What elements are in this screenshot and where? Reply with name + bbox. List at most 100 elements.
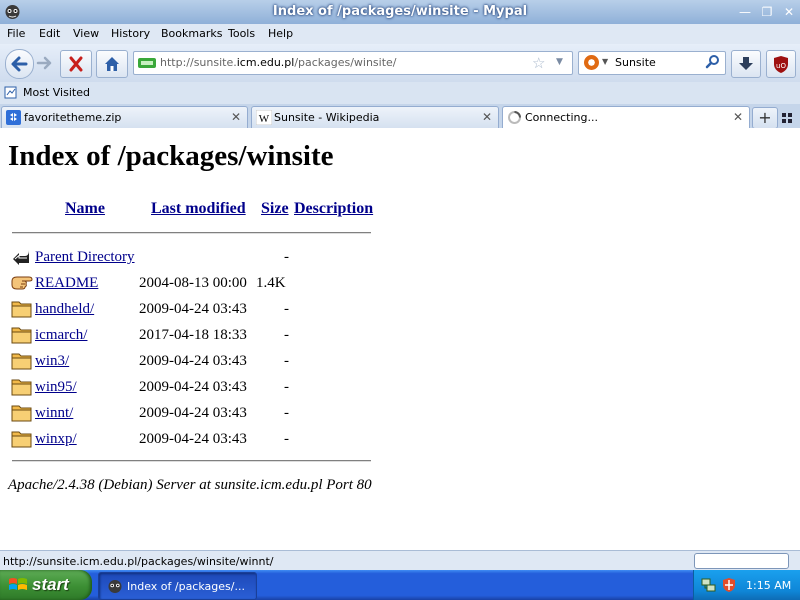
back-button[interactable] xyxy=(5,49,34,79)
windows-taskbar: start Index of /packages/... 1:15 AM xyxy=(0,570,800,600)
folder-icon xyxy=(11,379,32,396)
home-icon xyxy=(105,57,119,71)
search-engine-icon[interactable] xyxy=(584,55,599,70)
table-row: win95/ 2009-04-24 03:43 - xyxy=(0,374,800,400)
search-engine-label: Sunsite xyxy=(615,56,656,69)
list-all-tabs-icon[interactable] xyxy=(781,112,793,124)
tab-sunsite-wikipedia[interactable]: W Sunsite - Wikipedia ✕ xyxy=(251,106,499,128)
search-engine-dropdown-icon[interactable]: ▼ xyxy=(602,57,608,66)
file-link[interactable]: win95/ xyxy=(35,379,77,396)
downloads-button[interactable] xyxy=(731,50,761,78)
file-date: 2009-04-24 03:43 xyxy=(139,353,247,369)
folder-icon xyxy=(11,327,32,344)
sort-by-description-link[interactable]: Description xyxy=(294,200,373,218)
bookmark-star-icon[interactable]: ☆ xyxy=(532,54,545,72)
file-date: 2009-04-24 03:43 xyxy=(139,379,247,395)
file-link[interactable]: winnt/ xyxy=(35,405,73,422)
stop-x-icon xyxy=(69,56,83,72)
status-bar: http://sunsite.icm.edu.pl/packages/winsi… xyxy=(0,550,800,571)
navigation-toolbar: http://sunsite.icm.edu.pl/packages/winsi… xyxy=(0,44,800,82)
dropbox-icon xyxy=(6,110,21,125)
tab-favoritetheme[interactable]: favoritetheme.zip ✕ xyxy=(1,106,248,128)
file-link[interactable]: winxp/ xyxy=(35,431,77,448)
file-link[interactable]: README xyxy=(35,275,98,292)
sort-by-last-modified-link[interactable]: Last modified xyxy=(151,200,246,218)
ublock-shield-icon: uO xyxy=(774,56,788,73)
system-tray: 1:15 AM xyxy=(693,570,800,600)
bookmarks-toolbar: Most Visited xyxy=(0,82,800,105)
divider xyxy=(12,460,371,462)
file-link[interactable]: icmarch/ xyxy=(35,327,87,344)
maximize-button[interactable]: ❐ xyxy=(758,4,776,20)
menu-bookmarks[interactable]: Bookmarks xyxy=(161,27,222,40)
windows-logo-icon xyxy=(9,578,27,590)
file-date: 2009-04-24 03:43 xyxy=(139,405,247,421)
site-identity-icon xyxy=(138,58,156,68)
table-row: Parent Directory - xyxy=(0,244,800,270)
tab-label: Connecting... xyxy=(525,111,598,124)
table-row: README 2004-08-13 00:00 1.4K xyxy=(0,270,800,296)
search-bar[interactable]: ▼ Sunsite xyxy=(578,51,726,75)
svg-text:W: W xyxy=(259,113,270,125)
status-text: http://sunsite.icm.edu.pl/packages/winsi… xyxy=(3,555,274,568)
search-icon[interactable] xyxy=(705,54,721,70)
mypal-app-icon xyxy=(108,580,122,593)
file-size: - xyxy=(284,405,289,421)
window-titlebar[interactable]: Index of /packages/winsite - Mypal — ❐ ✕ xyxy=(0,0,800,25)
address-bar[interactable]: http://sunsite.icm.edu.pl/packages/winsi… xyxy=(133,51,573,75)
menu-history[interactable]: History xyxy=(111,27,150,40)
sort-by-name-link[interactable]: Name xyxy=(65,200,105,218)
file-date: 2009-04-24 03:43 xyxy=(139,301,247,317)
back-arrow-icon xyxy=(11,56,28,72)
file-date: 2009-04-24 03:43 xyxy=(139,431,247,447)
parent-directory-icon xyxy=(13,250,29,265)
readme-hand-icon xyxy=(11,276,33,290)
file-size: 1.4K xyxy=(256,275,286,291)
stop-button[interactable] xyxy=(60,50,92,78)
forward-button[interactable] xyxy=(34,50,56,76)
download-arrow-icon xyxy=(739,57,753,70)
file-size: - xyxy=(284,249,289,265)
start-button[interactable]: start xyxy=(0,570,92,600)
sort-by-size-link[interactable]: Size xyxy=(261,200,289,218)
server-signature: Apache/2.4.38 (Debian) Server at sunsite… xyxy=(8,477,372,493)
minimize-button[interactable]: — xyxy=(736,4,754,20)
folder-icon xyxy=(11,405,32,422)
file-date: 2004-08-13 00:00 xyxy=(139,275,247,291)
tab-connecting[interactable]: Connecting... ✕ xyxy=(502,106,750,129)
ublock-button[interactable]: uO xyxy=(766,50,796,78)
menu-tools[interactable]: Tools xyxy=(228,27,255,40)
close-tab-icon[interactable]: ✕ xyxy=(733,110,743,124)
taskbar-window-button[interactable]: Index of /packages/... xyxy=(98,572,257,600)
close-tab-icon[interactable]: ✕ xyxy=(482,110,492,124)
page-content: Index of /packages/winsite Name Last mod… xyxy=(0,128,800,550)
new-tab-button[interactable]: + xyxy=(752,107,778,129)
close-window-button[interactable]: ✕ xyxy=(780,4,798,20)
network-icon[interactable] xyxy=(701,577,717,593)
menu-edit[interactable]: Edit xyxy=(39,27,60,40)
most-visited-bookmark[interactable]: Most Visited xyxy=(23,86,90,99)
table-row: winxp/ 2009-04-24 03:43 - xyxy=(0,426,800,452)
menu-help[interactable]: Help xyxy=(268,27,293,40)
folder-icon xyxy=(11,353,32,370)
file-link[interactable]: Parent Directory xyxy=(35,249,135,266)
menu-bar: File Edit View History Bookmarks Tools H… xyxy=(0,24,800,44)
menu-file[interactable]: File xyxy=(7,27,25,40)
system-clock: 1:15 AM xyxy=(746,579,792,592)
loading-icon xyxy=(508,111,521,124)
home-button[interactable] xyxy=(96,50,128,78)
file-link[interactable]: win3/ xyxy=(35,353,69,370)
file-size: - xyxy=(284,379,289,395)
most-visited-icon xyxy=(4,86,17,99)
url-history-dropdown-icon[interactable]: ▼ xyxy=(556,57,563,67)
close-tab-icon[interactable]: ✕ xyxy=(231,110,241,124)
taskbar-window-label: Index of /packages/... xyxy=(127,580,245,593)
progress-meter xyxy=(694,553,789,569)
file-link[interactable]: handheld/ xyxy=(35,301,94,318)
tab-strip: favoritetheme.zip ✕ W Sunsite - Wikipedi… xyxy=(0,104,800,129)
security-shield-icon[interactable] xyxy=(721,577,737,593)
menu-view[interactable]: View xyxy=(73,27,99,40)
file-date: 2017-04-18 18:33 xyxy=(139,327,247,343)
file-size: - xyxy=(284,353,289,369)
folder-icon xyxy=(11,301,32,318)
